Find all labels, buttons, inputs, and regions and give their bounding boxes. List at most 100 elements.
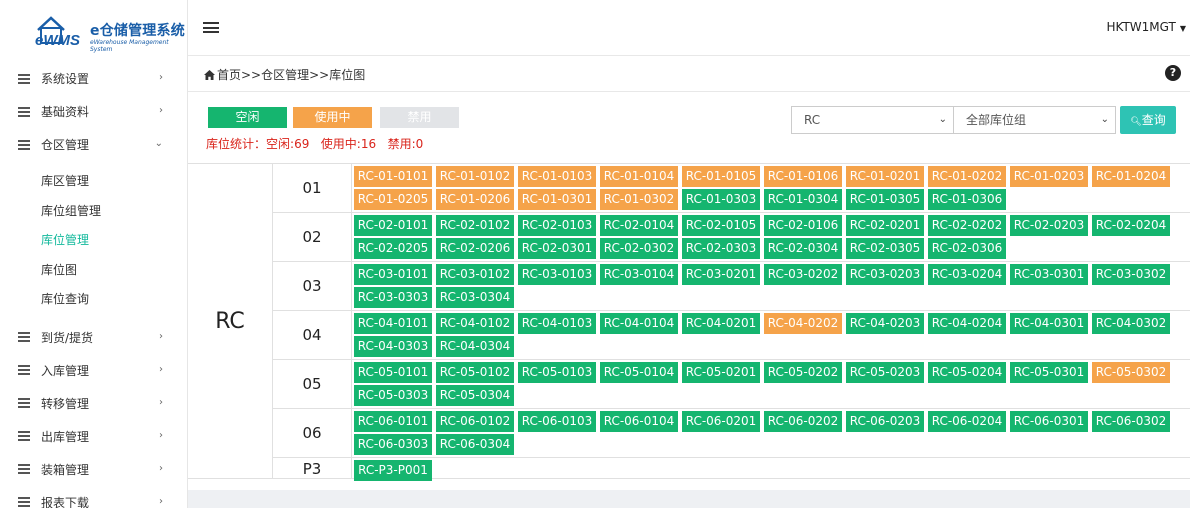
location-cell[interactable]: RC-06-0104 (600, 411, 678, 432)
submenu-item-location-management[interactable]: 库位管理 (0, 226, 187, 256)
sidebar-item-packing[interactable]: 装箱管理 › (0, 453, 187, 486)
location-cell[interactable]: RC-01-0105 (682, 166, 760, 187)
location-cell[interactable]: RC-06-0101 (354, 411, 432, 432)
location-cell[interactable]: RC-03-0101 (354, 264, 432, 285)
location-cell[interactable]: RC-03-0304 (436, 287, 514, 308)
location-cell[interactable]: RC-05-0201 (682, 362, 760, 383)
location-cell[interactable]: RC-06-0204 (928, 411, 1006, 432)
hamburger-menu-icon[interactable] (203, 22, 219, 33)
location-cell[interactable]: RC-05-0101 (354, 362, 432, 383)
sidebar-item-system-settings[interactable]: 系统设置 › (0, 62, 187, 95)
location-cell[interactable]: RC-02-0205 (354, 238, 432, 259)
location-cell[interactable]: RC-01-0304 (764, 189, 842, 210)
location-cell[interactable]: RC-04-0102 (436, 313, 514, 334)
location-cell[interactable]: RC-03-0102 (436, 264, 514, 285)
user-menu[interactable]: HKTW1MGT ▼ (1106, 20, 1186, 34)
location-cell[interactable]: RC-04-0201 (682, 313, 760, 334)
location-cell[interactable]: RC-01-0204 (1092, 166, 1170, 187)
location-cell[interactable]: RC-04-0302 (1092, 313, 1170, 334)
location-cell[interactable]: RC-01-0102 (436, 166, 514, 187)
sidebar-item-basic-data[interactable]: 基础资料 › (0, 95, 187, 128)
location-cell[interactable]: RC-03-0302 (1092, 264, 1170, 285)
location-cell[interactable]: RC-01-0202 (928, 166, 1006, 187)
location-cell[interactable]: RC-06-0302 (1092, 411, 1170, 432)
location-cell[interactable]: RC-04-0203 (846, 313, 924, 334)
location-cell[interactable]: RC-02-0202 (928, 215, 1006, 236)
location-cell[interactable]: RC-02-0106 (764, 215, 842, 236)
location-cell[interactable]: RC-01-0301 (518, 189, 596, 210)
location-cell[interactable]: RC-01-0303 (682, 189, 760, 210)
location-cell[interactable]: RC-04-0103 (518, 313, 596, 334)
location-cell[interactable]: RC-06-0202 (764, 411, 842, 432)
location-cell[interactable]: RC-01-0206 (436, 189, 514, 210)
location-cell[interactable]: RC-P3-P001 (354, 460, 432, 481)
location-cell[interactable]: RC-04-0104 (600, 313, 678, 334)
location-cell[interactable]: RC-02-0103 (518, 215, 596, 236)
location-cell[interactable]: RC-05-0204 (928, 362, 1006, 383)
location-cell[interactable]: RC-06-0102 (436, 411, 514, 432)
location-cell[interactable]: RC-04-0301 (1010, 313, 1088, 334)
location-cell[interactable]: RC-03-0203 (846, 264, 924, 285)
sidebar-item-report-download[interactable]: 报表下载 › (0, 486, 187, 508)
location-cell[interactable]: RC-03-0204 (928, 264, 1006, 285)
location-cell[interactable]: RC-05-0104 (600, 362, 678, 383)
location-cell[interactable]: RC-02-0302 (600, 238, 678, 259)
location-cell[interactable]: RC-05-0103 (518, 362, 596, 383)
sidebar-item-transfer[interactable]: 转移管理 › (0, 387, 187, 420)
location-cell[interactable]: RC-03-0301 (1010, 264, 1088, 285)
location-cell[interactable]: RC-02-0204 (1092, 215, 1170, 236)
breadcrumb-text[interactable]: 首页>>仓区管理>>库位图 (217, 68, 365, 82)
location-cell[interactable]: RC-01-0104 (600, 166, 678, 187)
location-cell[interactable]: RC-03-0303 (354, 287, 432, 308)
location-cell[interactable]: RC-03-0103 (518, 264, 596, 285)
location-cell[interactable]: RC-06-0303 (354, 434, 432, 455)
location-cell[interactable]: RC-02-0206 (436, 238, 514, 259)
location-cell[interactable]: RC-01-0306 (928, 189, 1006, 210)
sidebar-item-arrival-pickup[interactable]: 到货/提货 › (0, 321, 187, 354)
location-cell[interactable]: RC-04-0202 (764, 313, 842, 334)
location-cell[interactable]: RC-05-0303 (354, 385, 432, 406)
location-cell[interactable]: RC-01-0101 (354, 166, 432, 187)
location-cell[interactable]: RC-01-0103 (518, 166, 596, 187)
sidebar-item-inbound[interactable]: 入库管理 › (0, 354, 187, 387)
location-cell[interactable]: RC-02-0304 (764, 238, 842, 259)
location-cell[interactable]: RC-02-0301 (518, 238, 596, 259)
location-cell[interactable]: RC-02-0201 (846, 215, 924, 236)
location-cell[interactable]: RC-05-0102 (436, 362, 514, 383)
sidebar-item-outbound[interactable]: 出库管理 › (0, 420, 187, 453)
location-cell[interactable]: RC-02-0104 (600, 215, 678, 236)
location-cell[interactable]: RC-06-0304 (436, 434, 514, 455)
location-cell[interactable]: RC-06-0301 (1010, 411, 1088, 432)
location-cell[interactable]: RC-02-0102 (436, 215, 514, 236)
location-cell[interactable]: RC-04-0101 (354, 313, 432, 334)
location-cell[interactable]: RC-01-0106 (764, 166, 842, 187)
location-cell[interactable]: RC-04-0204 (928, 313, 1006, 334)
location-cell[interactable]: RC-02-0305 (846, 238, 924, 259)
location-cell[interactable]: RC-05-0304 (436, 385, 514, 406)
location-cell[interactable]: RC-03-0202 (764, 264, 842, 285)
location-cell[interactable]: RC-05-0301 (1010, 362, 1088, 383)
submenu-item-location-group-management[interactable]: 库位组管理 (0, 197, 187, 227)
location-cell[interactable]: RC-02-0105 (682, 215, 760, 236)
submenu-item-location-query[interactable]: 库位查询 (0, 285, 187, 315)
location-cell[interactable]: RC-03-0104 (600, 264, 678, 285)
location-cell[interactable]: RC-05-0302 (1092, 362, 1170, 383)
location-cell[interactable]: RC-01-0205 (354, 189, 432, 210)
area-select[interactable]: RC ⌄ (791, 106, 954, 134)
location-cell[interactable]: RC-05-0203 (846, 362, 924, 383)
location-cell[interactable]: RC-02-0303 (682, 238, 760, 259)
location-cell[interactable]: RC-02-0203 (1010, 215, 1088, 236)
location-cell[interactable]: RC-04-0303 (354, 336, 432, 357)
location-group-select[interactable]: 全部库位组 ⌄ (953, 106, 1116, 134)
submenu-item-zone-management[interactable]: 库区管理 (0, 167, 187, 197)
submenu-item-location-map[interactable]: 库位图 (0, 256, 187, 286)
location-cell[interactable]: RC-01-0203 (1010, 166, 1088, 187)
help-icon[interactable]: ? (1165, 65, 1181, 81)
sidebar-item-warehouse-area[interactable]: 仓区管理 ⌄ (0, 128, 187, 161)
location-cell[interactable]: RC-05-0202 (764, 362, 842, 383)
search-button[interactable]: 🔍︎查询 (1120, 106, 1176, 134)
location-cell[interactable]: RC-02-0306 (928, 238, 1006, 259)
location-cell[interactable]: RC-01-0201 (846, 166, 924, 187)
location-cell[interactable]: RC-02-0101 (354, 215, 432, 236)
location-cell[interactable]: RC-04-0304 (436, 336, 514, 357)
